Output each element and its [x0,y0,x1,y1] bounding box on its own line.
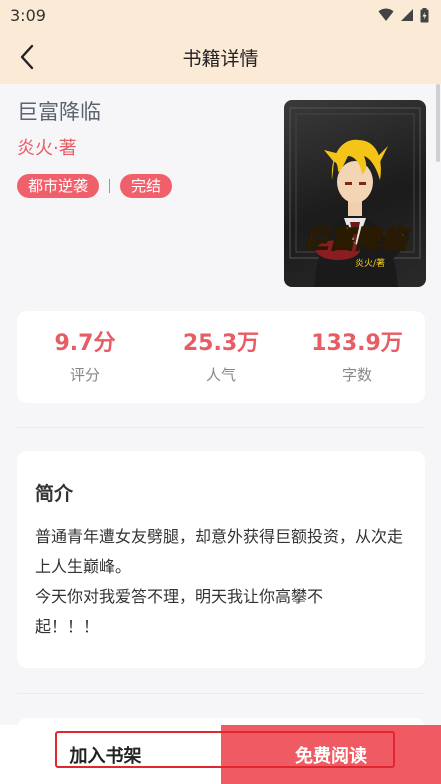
battery-icon [420,7,429,22]
book-author: 炎火·著 [17,138,77,159]
scrollbar[interactable] [436,84,440,162]
stat-value: 25.3万 [182,330,260,356]
tag-genre[interactable]: 都市逆袭 [17,174,100,198]
stat-value: 9.7分 [54,330,116,356]
wifi-icon [378,8,394,21]
divider [17,427,425,428]
divider [17,693,425,694]
status-icons [378,7,429,23]
stat-value: 133.9万 [311,330,403,356]
read-free-label: 免费阅读 [295,745,367,767]
book-tags: 都市逆袭 完结 [17,174,173,198]
stat-label: 字数 [341,365,372,384]
stat-rating: 9.7分 评分 [17,311,153,403]
bottom-action-bar: 加入书架 免费阅读 [0,725,441,784]
stat-label: 人气 [205,365,236,384]
status-time: 3:09 [10,5,46,25]
add-to-shelf-label: 加入书架 [69,745,142,767]
cover-title: 巨富降临 [303,225,412,255]
intro-text: 普通青年遭女友劈腿，却意外获得巨额投资，从次走上人生巅峰。 今天你对我爱答不理，… [35,522,407,642]
intro-card: 简介 普通青年遭女友劈腿，却意外获得巨额投资，从次走上人生巅峰。 今天你对我爱答… [17,451,425,668]
page-title: 书籍详情 [182,47,259,70]
tag-separator [109,179,111,193]
intro-line: 今天你对我爱答不理，明天我让你高攀不起！！！ [35,587,324,636]
book-cover[interactable]: 巨富降临 炎火/著 [284,100,426,287]
read-free-button[interactable]: 免费阅读 [221,725,441,784]
back-arrow-icon [20,44,34,70]
signal-icon [401,9,413,21]
intro-line: 普通青年遭女友劈腿，却意外获得巨额投资，从次走上人生巅峰。 [35,527,404,576]
stat-word-count: 133.9万 字数 [289,311,425,403]
status-bar: 3:09 [0,0,441,30]
tag-status[interactable]: 完结 [120,174,173,198]
back-button[interactable] [12,42,42,72]
stat-label: 评分 [69,365,100,384]
cover-illustration: 巨富降临 炎火/著 [289,107,421,287]
add-to-shelf-button[interactable]: 加入书架 [0,725,221,784]
header: 书籍详情 [0,30,441,84]
book-title: 巨富降临 [17,100,101,124]
intro-heading: 简介 [35,483,74,505]
stat-popularity: 25.3万 人气 [153,311,289,403]
stats-card: 9.7分 评分 25.3万 人气 133.9万 字数 [17,311,425,403]
cover-author: 炎火/著 [355,257,385,269]
